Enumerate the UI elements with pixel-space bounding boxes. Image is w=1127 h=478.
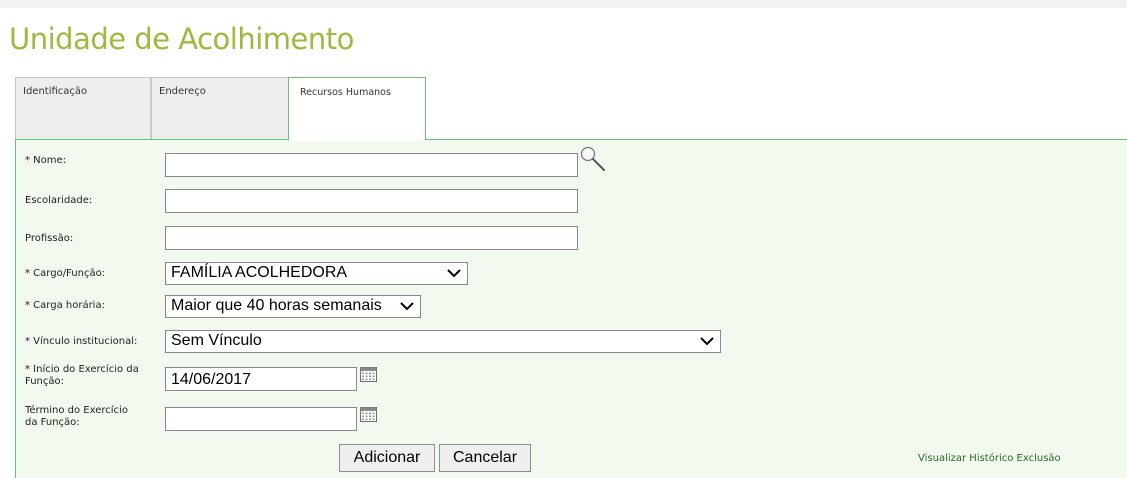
tab-label: Recursos Humanos: [300, 87, 391, 98]
cargo-label: * Cargo/Função:: [25, 268, 106, 279]
page-title: Unidade de Acolhimento: [9, 22, 354, 56]
inicio-label: * Início do Exercício da Função:: [25, 364, 139, 388]
tab-identificacao[interactable]: Identificação: [15, 77, 151, 140]
calendar-icon[interactable]: [360, 407, 377, 422]
nome-label: * Nome:: [25, 155, 67, 166]
profissao-label: Profissão:: [25, 233, 74, 244]
cancel-button[interactable]: Cancelar: [439, 444, 531, 472]
inicio-date-input[interactable]: 14/06/2017: [165, 367, 357, 391]
cargo-select[interactable]: FAMÍLIA ACOLHEDORA: [165, 262, 468, 285]
tab-recursos-humanos[interactable]: Recursos Humanos: [288, 77, 426, 141]
chevron-down-icon: [447, 269, 461, 278]
add-button[interactable]: Adicionar: [339, 444, 435, 472]
vinculo-selected-value: Sem Vínculo: [171, 332, 262, 349]
history-link[interactable]: Visualizar Histórico Exclusão: [918, 453, 1061, 464]
inicio-label-line2: Função:: [25, 376, 64, 387]
form-panel: * Nome: Escolaridade: Profissão: * Cargo…: [15, 139, 1127, 478]
nome-input[interactable]: [165, 153, 578, 177]
profissao-input[interactable]: [165, 226, 578, 250]
magnifier-icon[interactable]: [579, 145, 607, 173]
vinculo-select[interactable]: Sem Vínculo: [165, 330, 721, 353]
top-bar: [0, 0, 1127, 8]
tab-label: Endereço: [159, 86, 206, 97]
chevron-down-icon: [400, 302, 414, 311]
termino-label-line1: Término do Exercício: [25, 405, 128, 416]
carga-select[interactable]: Maior que 40 horas semanais: [165, 295, 421, 318]
termino-label-line2: da Função:: [25, 417, 80, 428]
vinculo-label: * Vínculo institucional:: [25, 336, 138, 347]
carga-selected-value: Maior que 40 horas semanais: [171, 297, 382, 314]
carga-label: * Carga horária:: [25, 300, 105, 311]
termino-label: Término do Exercício da Função:: [25, 405, 128, 429]
chevron-down-icon: [700, 337, 714, 346]
tab-endereco[interactable]: Endereço: [151, 77, 289, 140]
tab-label: Identificação: [23, 86, 88, 97]
calendar-icon[interactable]: [360, 367, 377, 382]
termino-date-input[interactable]: [165, 407, 357, 431]
escolaridade-input[interactable]: [165, 189, 578, 213]
inicio-label-line1: * Início do Exercício da: [25, 364, 139, 375]
escolaridade-label: Escolaridade:: [25, 195, 93, 206]
cargo-selected-value: FAMÍLIA ACOLHEDORA: [171, 264, 348, 281]
